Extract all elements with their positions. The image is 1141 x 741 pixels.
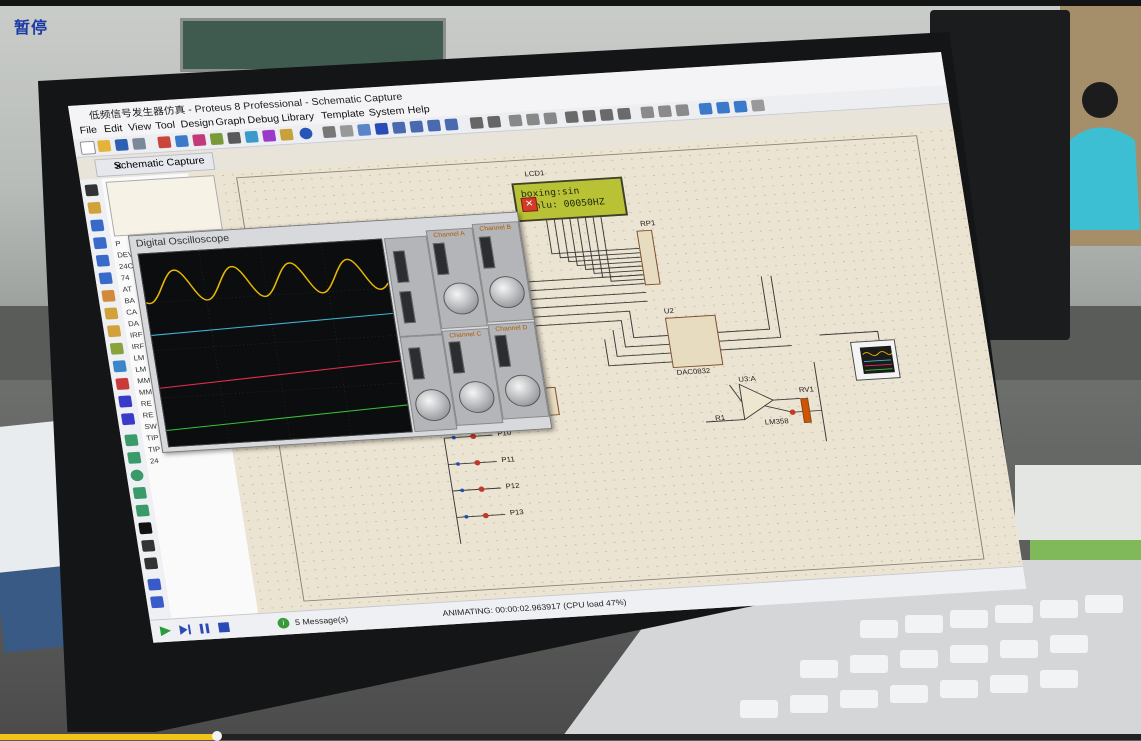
trigger-level-slider[interactable] — [392, 250, 410, 283]
part-label-rv1: RV1 — [798, 385, 815, 394]
keyboard-key — [860, 620, 898, 638]
keyboard-key — [905, 615, 943, 633]
keyboard-key — [1050, 635, 1088, 653]
keyboard-key — [1000, 640, 1038, 658]
oscilloscope-window[interactable]: Digital Oscilloscope ✕ Channel A Channel… — [127, 197, 553, 453]
keyboard-key — [900, 650, 938, 668]
trace-channel-a — [146, 258, 389, 305]
trace-channel-d — [166, 404, 408, 432]
channel-c-position-slider[interactable] — [448, 341, 466, 374]
part-label-p12: P12 — [505, 481, 521, 491]
part-label-rp1: RP1 — [639, 219, 656, 228]
keyboard-key — [840, 690, 878, 708]
oscilloscope-screen — [137, 238, 413, 448]
oscilloscope-traces — [146, 243, 408, 443]
keyboard-key — [850, 655, 888, 673]
messages-count[interactable]: 5 Message(s) — [294, 615, 348, 627]
channel-c-label: Channel C — [448, 331, 482, 340]
keyboard-key — [1040, 600, 1078, 618]
channel-a-position-slider[interactable] — [432, 242, 450, 276]
lcd-ref-label: LCD1 — [523, 168, 546, 179]
oscilloscope-title: Digital Oscilloscope — [135, 232, 230, 250]
keyboard-key — [950, 645, 988, 663]
person-in-background — [1065, 82, 1140, 230]
play-icon[interactable] — [159, 625, 173, 637]
oscilloscope-symbol[interactable] — [850, 339, 901, 381]
keyboard-key — [940, 680, 978, 698]
channel-d-volts-knob[interactable] — [502, 373, 543, 408]
laptop-screen: 低频信号发生器仿真 - Proteus 8 Professional - Sch… — [68, 52, 1027, 643]
keyboard-key — [890, 685, 928, 703]
stop-icon[interactable] — [217, 621, 231, 633]
part-label-p11: P11 — [500, 455, 516, 464]
info-icon[interactable]: i — [276, 617, 291, 629]
trigger-mode-slider[interactable] — [399, 290, 416, 324]
keyboard-key — [990, 675, 1028, 693]
keyboard-key — [1085, 595, 1123, 613]
keyboard-key — [950, 610, 988, 628]
part-label-r1: R1 — [714, 413, 726, 423]
channel-a-label: Channel A — [432, 230, 466, 239]
dac-chip[interactable] — [664, 314, 724, 369]
timebase-knob[interactable] — [412, 388, 453, 423]
channel-b-position-slider[interactable] — [478, 236, 496, 269]
keyboard-key — [800, 660, 838, 678]
paper-roll — [1015, 465, 1141, 540]
horizontal-position-slider[interactable] — [408, 347, 425, 380]
part-label-u2: U2 — [663, 306, 675, 316]
pause-icon[interactable] — [197, 622, 211, 634]
channel-b-volts-knob[interactable] — [487, 275, 528, 310]
channel-c-volts-knob[interactable] — [456, 380, 497, 414]
channel-a-volts-knob[interactable] — [441, 281, 482, 316]
keyboard-key — [995, 605, 1033, 623]
keyboard-key — [740, 700, 778, 718]
video-pause-label[interactable]: 暂停 — [14, 14, 48, 38]
channel-b-label: Channel B — [478, 224, 512, 233]
channel-d-label: Channel D — [494, 324, 528, 333]
keyboard-key — [790, 695, 828, 713]
part-label-u3a: U3:A — [737, 374, 757, 384]
keyboard-key — [1040, 670, 1078, 688]
trace-channel-c — [159, 360, 401, 389]
trace-channel-b — [151, 312, 394, 336]
channel-d-position-slider[interactable] — [494, 334, 512, 368]
step-icon[interactable] — [178, 624, 192, 636]
close-icon[interactable]: ✕ — [520, 197, 539, 213]
part-label-p13: P13 — [509, 507, 525, 517]
part-label-lm358: LM358 — [764, 416, 790, 427]
video-progress-fill — [0, 734, 217, 740]
animation-status: ANIMATING: 00:00:02.963917 (CPU load 47%… — [441, 597, 628, 618]
